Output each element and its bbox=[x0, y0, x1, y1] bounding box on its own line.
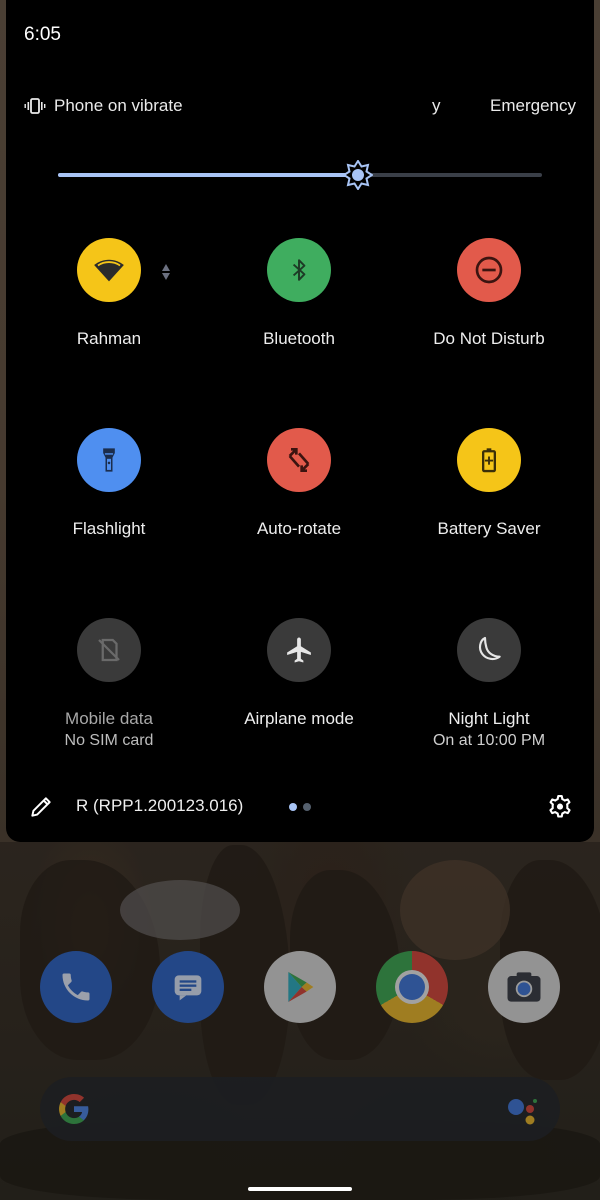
gesture-nav-handle[interactable] bbox=[248, 1187, 352, 1191]
wallpaper-surf bbox=[120, 880, 240, 940]
tile-night-light-button[interactable] bbox=[457, 618, 521, 682]
tile-flashlight[interactable]: Flashlight bbox=[19, 428, 199, 540]
camera-app-icon[interactable] bbox=[488, 951, 560, 1023]
tile-flashlight-label: Flashlight bbox=[72, 519, 146, 538]
tile-mobile-data[interactable]: Mobile data No SIM card bbox=[19, 618, 199, 752]
rotate-icon bbox=[288, 448, 310, 472]
tile-dnd[interactable]: Do Not Disturb bbox=[399, 238, 579, 350]
wallpaper-sand bbox=[400, 860, 510, 960]
ringer-status[interactable]: Phone on vibrate bbox=[54, 96, 183, 116]
moon-icon bbox=[478, 636, 501, 661]
camera-icon bbox=[507, 972, 541, 1002]
tile-airplane-button[interactable] bbox=[267, 618, 331, 682]
tile-flashlight-button[interactable] bbox=[77, 428, 141, 492]
tile-wifi[interactable]: Rahman bbox=[19, 238, 199, 350]
qs-header: Phone on vibrate y Emergency bbox=[24, 92, 576, 120]
do-not-disturb-icon bbox=[475, 256, 503, 284]
tile-night-light-label: Night Light bbox=[448, 709, 530, 728]
tile-battery-saver-label: Battery Saver bbox=[437, 519, 541, 538]
phone-app-icon[interactable] bbox=[40, 951, 112, 1023]
page-indicator bbox=[289, 803, 311, 811]
messages-app-icon[interactable] bbox=[152, 951, 224, 1023]
chrome-icon bbox=[395, 970, 429, 1004]
tile-airplane-label: Airplane mode bbox=[244, 709, 354, 728]
messages-icon bbox=[174, 975, 202, 1001]
qs-footer: R (RPP1.200123.016) bbox=[6, 772, 594, 842]
google-assistant-icon bbox=[508, 1099, 537, 1125]
tile-night-light[interactable]: Night Light On at 10:00 PM bbox=[399, 618, 579, 752]
chrome-app-icon[interactable] bbox=[376, 951, 448, 1023]
tile-bluetooth[interactable]: Bluetooth bbox=[209, 238, 389, 350]
google-search-bar[interactable] bbox=[40, 1077, 560, 1141]
brightness-fill bbox=[58, 173, 359, 177]
tile-mobile-data-button[interactable] bbox=[77, 618, 141, 682]
tile-autorotate-button[interactable] bbox=[267, 428, 331, 492]
google-g-icon bbox=[59, 1094, 89, 1124]
phone-icon bbox=[62, 973, 90, 1001]
tile-dnd-label: Do Not Disturb bbox=[433, 329, 545, 348]
bluetooth-icon bbox=[292, 259, 306, 281]
tile-bluetooth-button[interactable] bbox=[267, 238, 331, 302]
quick-settings-panel: Phone on vibrate y Emergency Rahman Blue… bbox=[6, 0, 594, 842]
tile-airplane[interactable]: Airplane mode bbox=[209, 618, 389, 730]
battery-saver-icon bbox=[482, 448, 496, 473]
tile-battery-saver[interactable]: Battery Saver bbox=[399, 428, 579, 540]
tile-dnd-button[interactable] bbox=[457, 238, 521, 302]
emergency-button[interactable]: Emergency bbox=[490, 96, 576, 116]
tile-mobile-data-label: Mobile data bbox=[65, 709, 153, 728]
wifi-activity-icon bbox=[162, 264, 170, 280]
tile-mobile-data-sub: No SIM card bbox=[64, 732, 154, 749]
status-time: 6:05 bbox=[24, 24, 61, 45]
tile-bluetooth-label: Bluetooth bbox=[263, 329, 335, 348]
brightness-slider[interactable] bbox=[58, 160, 542, 190]
build-number[interactable]: R (RPP1.200123.016) bbox=[76, 796, 243, 816]
no-sim-icon bbox=[98, 638, 120, 662]
gear-icon[interactable] bbox=[546, 792, 574, 820]
tile-battery-saver-button[interactable] bbox=[457, 428, 521, 492]
tile-night-light-sub: On at 10:00 PM bbox=[432, 732, 546, 749]
flashlight-icon bbox=[103, 448, 115, 472]
vibrate-icon bbox=[24, 98, 46, 114]
tile-wifi-button[interactable] bbox=[77, 238, 141, 302]
tile-autorotate[interactable]: Auto-rotate bbox=[209, 428, 389, 540]
brightness-icon[interactable] bbox=[343, 160, 374, 190]
page-dot-active bbox=[289, 803, 297, 811]
page-dot bbox=[303, 803, 311, 811]
tile-wifi-label: Rahman bbox=[76, 329, 142, 348]
play-store-icon bbox=[288, 972, 314, 1002]
pencil-icon[interactable] bbox=[28, 794, 54, 820]
wifi-icon bbox=[94, 259, 124, 282]
play-store-app-icon[interactable] bbox=[264, 951, 336, 1023]
tile-autorotate-label: Auto-rotate bbox=[256, 519, 342, 538]
airplane-icon bbox=[287, 637, 311, 663]
header-partial-text: y bbox=[432, 96, 441, 115]
